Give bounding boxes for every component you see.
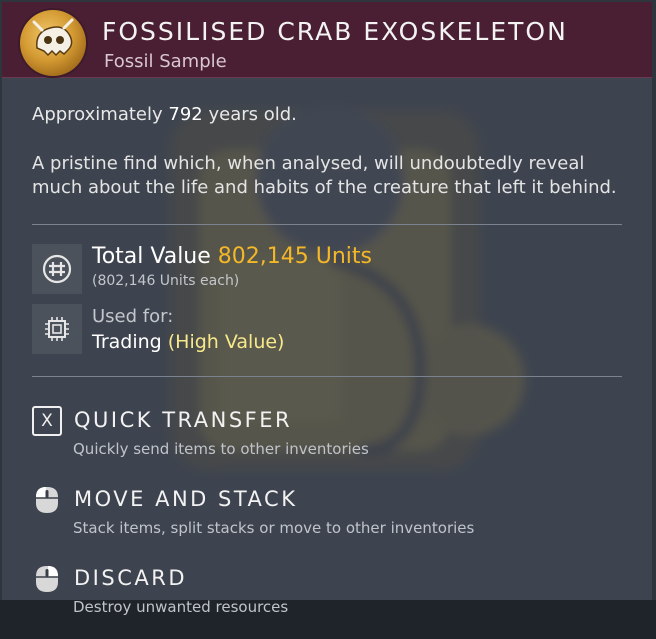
discard-title: DISCARD [74, 566, 187, 590]
used-for-value: Trading (High Value) [92, 331, 284, 353]
age-prefix: Approximately [32, 104, 163, 125]
total-value: Total Value 802,145 Units [92, 244, 372, 269]
divider-bottom [32, 376, 622, 377]
discard-action[interactable]: DISCARD Destroy unwanted resources [32, 564, 592, 624]
move-and-stack-title: MOVE AND STACK [74, 487, 298, 511]
item-description: A pristine find which, when analysed, wi… [32, 153, 617, 198]
mouse-left-click-icon [32, 485, 62, 515]
quick-transfer-action[interactable]: X QUICK TRANSFER Quickly send items to o… [32, 406, 592, 466]
mouse-right-click-icon [32, 564, 62, 594]
divider-top [32, 224, 622, 225]
item-header: FOSSILISED CRAB EXOSKELETON Fossil Sampl… [2, 2, 652, 78]
x-key-icon: X [32, 406, 62, 436]
crab-skull-fossil-icon [20, 10, 86, 76]
move-and-stack-action[interactable]: MOVE AND STACK Stack items, split stacks… [32, 485, 592, 545]
discard-description: Destroy unwanted resources [73, 598, 289, 616]
item-subtitle: Fossil Sample [104, 51, 227, 72]
total-value-amount: 802,145 Units [217, 244, 373, 269]
trading-chip-icon [32, 304, 82, 354]
item-age: Approximately 792 years old. [32, 104, 297, 125]
age-years: 792 [168, 104, 203, 125]
usage-highlight: (High Value) [167, 331, 285, 353]
total-value-label: Total Value [92, 244, 211, 269]
unit-value-each: (802,146 Units each) [92, 273, 240, 289]
units-currency-icon [32, 244, 82, 294]
used-for-label: Used for: [92, 306, 174, 327]
quick-transfer-description: Quickly send items to other inventories [73, 440, 369, 458]
item-title: FOSSILISED CRAB EXOSKELETON [102, 17, 568, 46]
age-suffix: years old. [208, 104, 297, 125]
usage-value: Trading [92, 331, 162, 353]
move-and-stack-description: Stack items, split stacks or move to oth… [73, 519, 475, 537]
quick-transfer-title: QUICK TRANSFER [74, 408, 293, 432]
